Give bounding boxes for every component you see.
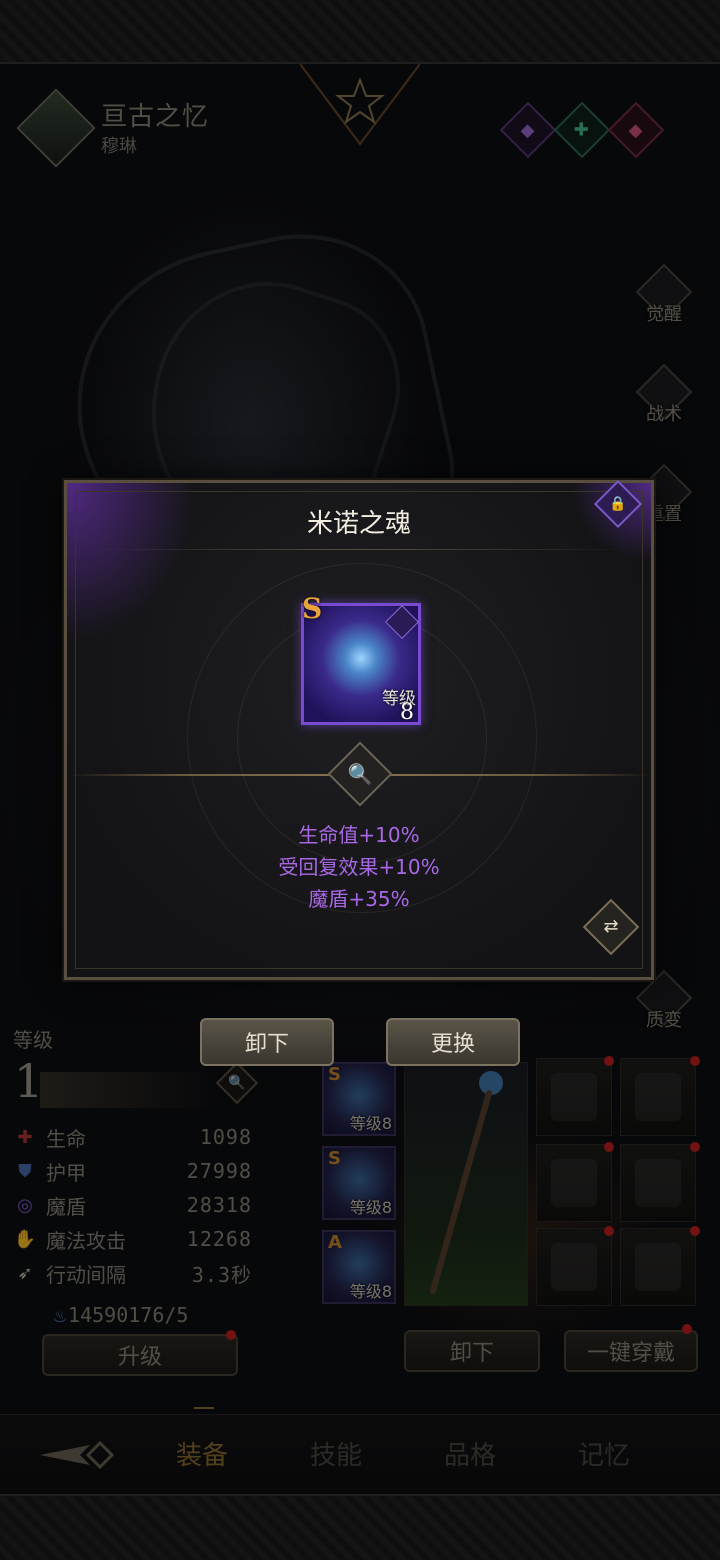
item-portrait: S 等级 8 [301,592,421,725]
item-name: 米诺之魂 [306,509,411,539]
title-divider [87,549,631,550]
replace-button[interactable]: 更换 [386,1018,520,1066]
magnifier-icon: 🔍 [347,762,373,786]
attribute-line: 生命值+10% [298,823,420,847]
lock-icon: 🔒 [609,496,627,512]
item-level-value: 8 [400,700,414,725]
unequip-button[interactable]: 卸下 [200,1018,334,1066]
attribute-line: 魔盾+35% [308,887,410,911]
attribute-line: 受回复效果+10% [278,855,440,879]
swap-arrows-icon: ⇄ [603,916,619,937]
lock-icon [385,605,419,639]
rank-badge: S [302,592,323,625]
item-detail-modal: 米诺之魂 🔒 S 等级 8 🔍 生命值+10% 受回复效果+10% 魔盾+35%… [64,479,654,980]
